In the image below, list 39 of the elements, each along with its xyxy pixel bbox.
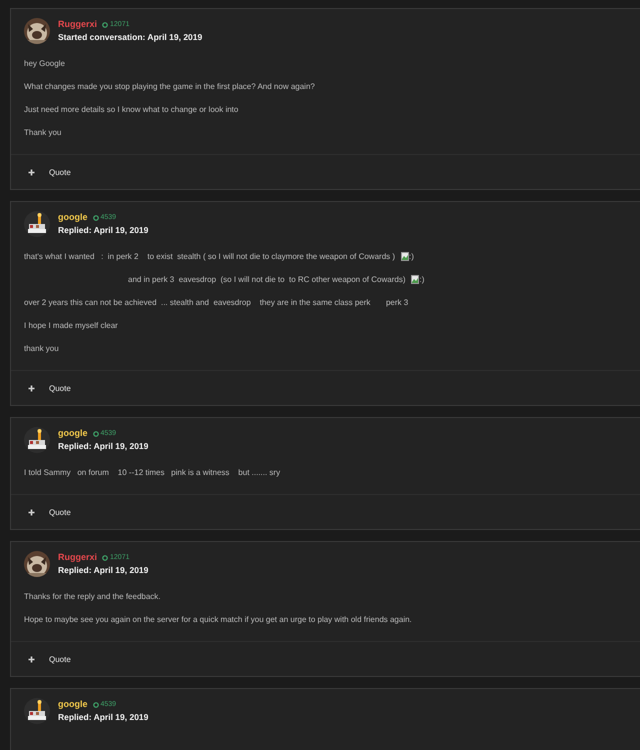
post-text: thank you	[24, 343, 59, 354]
post-text: What changes made you stop playing the game in the first place? And now again?	[24, 81, 315, 92]
post-text: I told Sammy on forum 10 --12 times pink is a witness but ....... sry	[24, 467, 280, 478]
broken-image-icon	[411, 275, 420, 284]
post-date: Replied: April 19, 2019	[58, 712, 148, 723]
author-name[interactable]: Ruggerxi	[58, 19, 98, 30]
post-text: hey Google	[24, 58, 65, 69]
quote-button[interactable]: Quote	[49, 506, 71, 518]
reputation-icon	[102, 554, 108, 560]
reputation-icon	[92, 702, 98, 708]
image-alt-text: :)	[419, 274, 424, 285]
post-text: and in perk 3 eavesdrop (so I will not die to to RC other weapon of Cowards)	[128, 274, 406, 285]
post-text: I hope I made myself clear	[24, 320, 118, 331]
post-text: Thanks for the reply and the feedback.	[24, 591, 161, 602]
plus-icon[interactable]	[28, 384, 35, 392]
quote-button[interactable]: Quote	[49, 382, 71, 394]
author-name[interactable]: Ruggerxi	[58, 552, 98, 563]
plus-icon[interactable]	[28, 508, 35, 516]
broken-image-icon	[401, 252, 410, 261]
post-text: Hope to maybe see you again on the server for a quick match if you get an urge to play with old friends again.	[24, 614, 412, 625]
quote-button[interactable]: Quote	[49, 166, 71, 178]
post-text: over 2 years this can not be achieved ... stealth and eavesdrop they are in the same class perk perk 3	[24, 297, 408, 308]
post-date: Replied: April 19, 2019	[58, 441, 148, 452]
author-name[interactable]: google	[58, 428, 88, 439]
reputation-icon	[102, 22, 108, 28]
post-text: that's what I wanted : in perk 2 to exist stealth ( so I will not die to claymore the weapon of Cowards )	[24, 251, 396, 262]
post-text: Just need more details so I know what to change or look into	[24, 104, 238, 115]
reputation-icon	[92, 214, 98, 220]
author-name[interactable]: google	[58, 699, 88, 710]
image-alt-text: :)	[409, 251, 414, 262]
post-date: Started conversation: April 19, 2019	[58, 32, 202, 43]
post-text: Thank you	[24, 127, 62, 138]
plus-icon[interactable]	[28, 656, 35, 662]
reputation-icon	[92, 430, 98, 436]
plus-icon[interactable]	[28, 168, 35, 176]
post-date: Replied: April 19, 2019	[58, 565, 148, 576]
post-date: Replied: April 19, 2019	[58, 225, 148, 236]
quote-button[interactable]: Quote	[49, 654, 71, 664]
author-name[interactable]: google	[58, 212, 88, 223]
